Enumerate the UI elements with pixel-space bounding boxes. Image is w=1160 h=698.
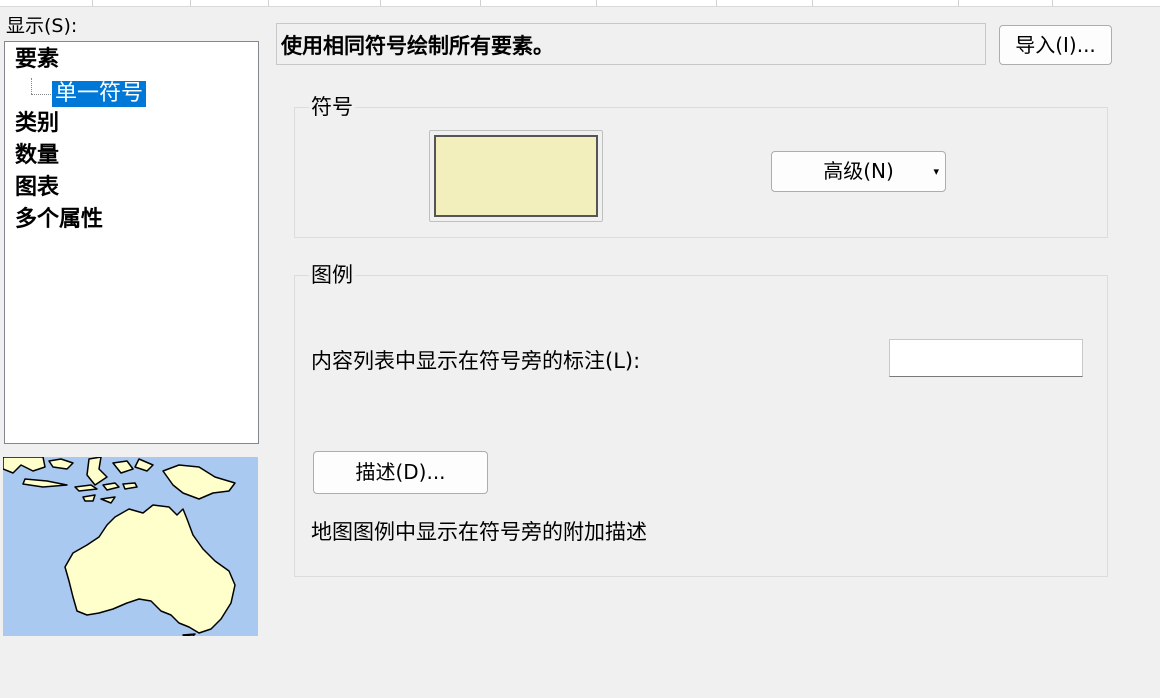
symbol-group: 符号 高级(N) ▾ xyxy=(294,94,1108,238)
tab-divider xyxy=(716,0,717,6)
australia-map-image xyxy=(3,457,258,636)
legend-description-note: 地图图例中显示在符号旁的附加描述 xyxy=(311,520,647,544)
tab-divider xyxy=(268,0,269,6)
tab-strip xyxy=(0,0,1160,7)
chevron-down-icon: ▾ xyxy=(933,165,939,178)
symbol-button[interactable] xyxy=(429,130,603,222)
renderer-tree[interactable]: 要素 单一符号 类别 数量 图表 多个属性 xyxy=(4,41,259,444)
tab-divider xyxy=(812,0,813,6)
tab-divider xyxy=(958,0,959,6)
legend-group: 图例 内容列表中显示在符号旁的标注(L): 描述(D)... 地图图例中显示在符… xyxy=(294,262,1108,577)
tree-item-quantities[interactable]: 数量 xyxy=(15,142,59,170)
tab-divider xyxy=(92,0,93,6)
tab-divider xyxy=(1052,0,1053,6)
import-button[interactable]: 导入(I)... xyxy=(999,25,1112,65)
tree-connector xyxy=(31,78,32,94)
tab-divider xyxy=(190,0,191,6)
legend-label-input[interactable] xyxy=(889,339,1083,377)
renderer-description: 使用相同符号绘制所有要素。 xyxy=(276,23,986,65)
advanced-dropdown-button[interactable]: 高级(N) ▾ xyxy=(771,151,946,192)
tab-divider xyxy=(596,0,597,6)
tree-item-multiple-attributes[interactable]: 多个属性 xyxy=(15,206,103,234)
tree-item-single-symbol[interactable]: 单一符号 xyxy=(52,81,147,107)
tree-item-features[interactable]: 要素 xyxy=(15,46,59,74)
advanced-button-label: 高级(N) xyxy=(823,159,894,183)
symbol-swatch[interactable] xyxy=(434,135,598,217)
tree-connector xyxy=(31,94,51,95)
tree-item-categories[interactable]: 类别 xyxy=(15,110,59,138)
legend-group-title: 图例 xyxy=(309,262,355,288)
description-button[interactable]: 描述(D)... xyxy=(313,451,488,494)
tab-divider xyxy=(380,0,381,6)
legend-label-caption: 内容列表中显示在符号旁的标注(L): xyxy=(311,349,641,373)
symbol-group-title: 符号 xyxy=(309,94,355,120)
tree-item-charts[interactable]: 图表 xyxy=(15,174,59,202)
tab-divider xyxy=(480,0,481,6)
preview-map xyxy=(3,457,258,636)
display-label: 显示(S): xyxy=(6,15,78,37)
